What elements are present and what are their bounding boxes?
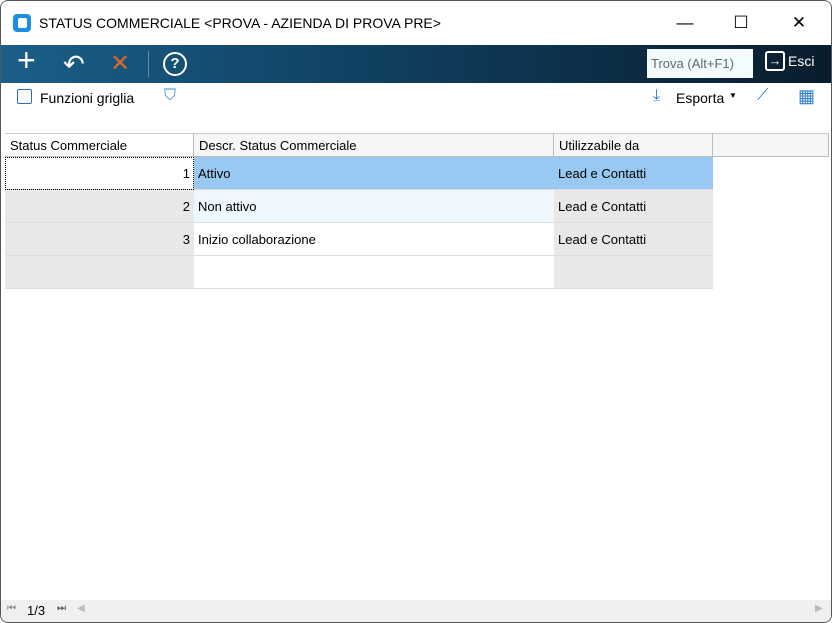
chart-icon[interactable]: ⟋ (757, 87, 768, 105)
export-button[interactable]: Esporta (676, 90, 724, 106)
first-page-icon[interactable]: ⏮ (7, 603, 16, 614)
window: STATUS COMMERCIALE <PROVA - AZIENDA DI P… (0, 0, 832, 623)
grid-layout-icon[interactable]: ▦ (798, 86, 815, 107)
main-toolbar: + ↶ ✕ ? Trova (Alt+F1) → Esci (1, 44, 831, 83)
close-button[interactable]: ✕ (779, 11, 819, 35)
column-header-usable[interactable]: Utilizzabile da (554, 133, 713, 157)
grid-cell-descr[interactable]: Inizio collaborazione (194, 223, 554, 256)
minimize-button[interactable]: — (665, 11, 705, 35)
undo-button[interactable]: ↶ (63, 51, 85, 77)
window-title: STATUS COMMERCIALE <PROVA - AZIENDA DI P… (39, 15, 441, 31)
grid-cell-descr[interactable]: Attivo (194, 157, 554, 190)
title-bar: STATUS COMMERCIALE <PROVA - AZIENDA DI P… (1, 1, 831, 45)
exit-button[interactable]: → Esci (765, 51, 814, 71)
scroll-right-icon[interactable]: ▶ (815, 603, 823, 614)
filter-icon[interactable]: ⛉ (164, 87, 176, 105)
grid-cell-code[interactable]: 1 (5, 157, 194, 190)
page-indicator: 1/3 (27, 603, 46, 618)
column-header-empty (713, 133, 829, 157)
grid-cell-usable[interactable]: Lead e Contatti (554, 190, 713, 223)
toolbar-divider (148, 51, 149, 77)
help-button[interactable]: ? (163, 52, 187, 76)
delete-button[interactable]: ✕ (110, 51, 130, 77)
download-icon: ⤓ (653, 87, 661, 104)
grid-cell-descr[interactable]: Non attivo (194, 190, 554, 223)
grid-functions-button[interactable]: Funzioni griglia (40, 90, 134, 106)
scroll-left-icon[interactable]: ◀ (77, 603, 85, 614)
grid-toolbar: Funzioni griglia ⛉ ⤓ Esporta ▼ ⟋ ▦ (1, 83, 831, 111)
grid-cell-code[interactable]: 3 (5, 223, 194, 256)
chevron-down-icon: ▼ (729, 91, 737, 100)
grid-cell-usable[interactable] (554, 256, 713, 289)
find-input[interactable]: Trova (Alt+F1) (647, 49, 753, 78)
grid-cell-code[interactable] (5, 256, 194, 289)
app-icon (13, 14, 31, 32)
grid-footer: ⏮ 1/3 ⏭ ◀ ▶ (1, 600, 831, 622)
grid-cell-code[interactable]: 2 (5, 190, 194, 223)
column-header-code[interactable]: Status Commerciale (5, 133, 194, 157)
list-icon (17, 89, 32, 104)
column-header-descr[interactable]: Descr. Status Commerciale (194, 133, 554, 157)
last-page-icon[interactable]: ⏭ (57, 603, 66, 614)
grid-cell-usable[interactable]: Lead e Contatti (554, 157, 713, 190)
add-button[interactable]: + (17, 44, 36, 76)
exit-label: Esci (788, 53, 815, 69)
maximize-button[interactable]: ☐ (721, 11, 761, 35)
exit-icon: → (765, 51, 785, 71)
grid-cell-usable[interactable]: Lead e Contatti (554, 223, 713, 256)
grid-cell-descr[interactable] (194, 256, 554, 289)
